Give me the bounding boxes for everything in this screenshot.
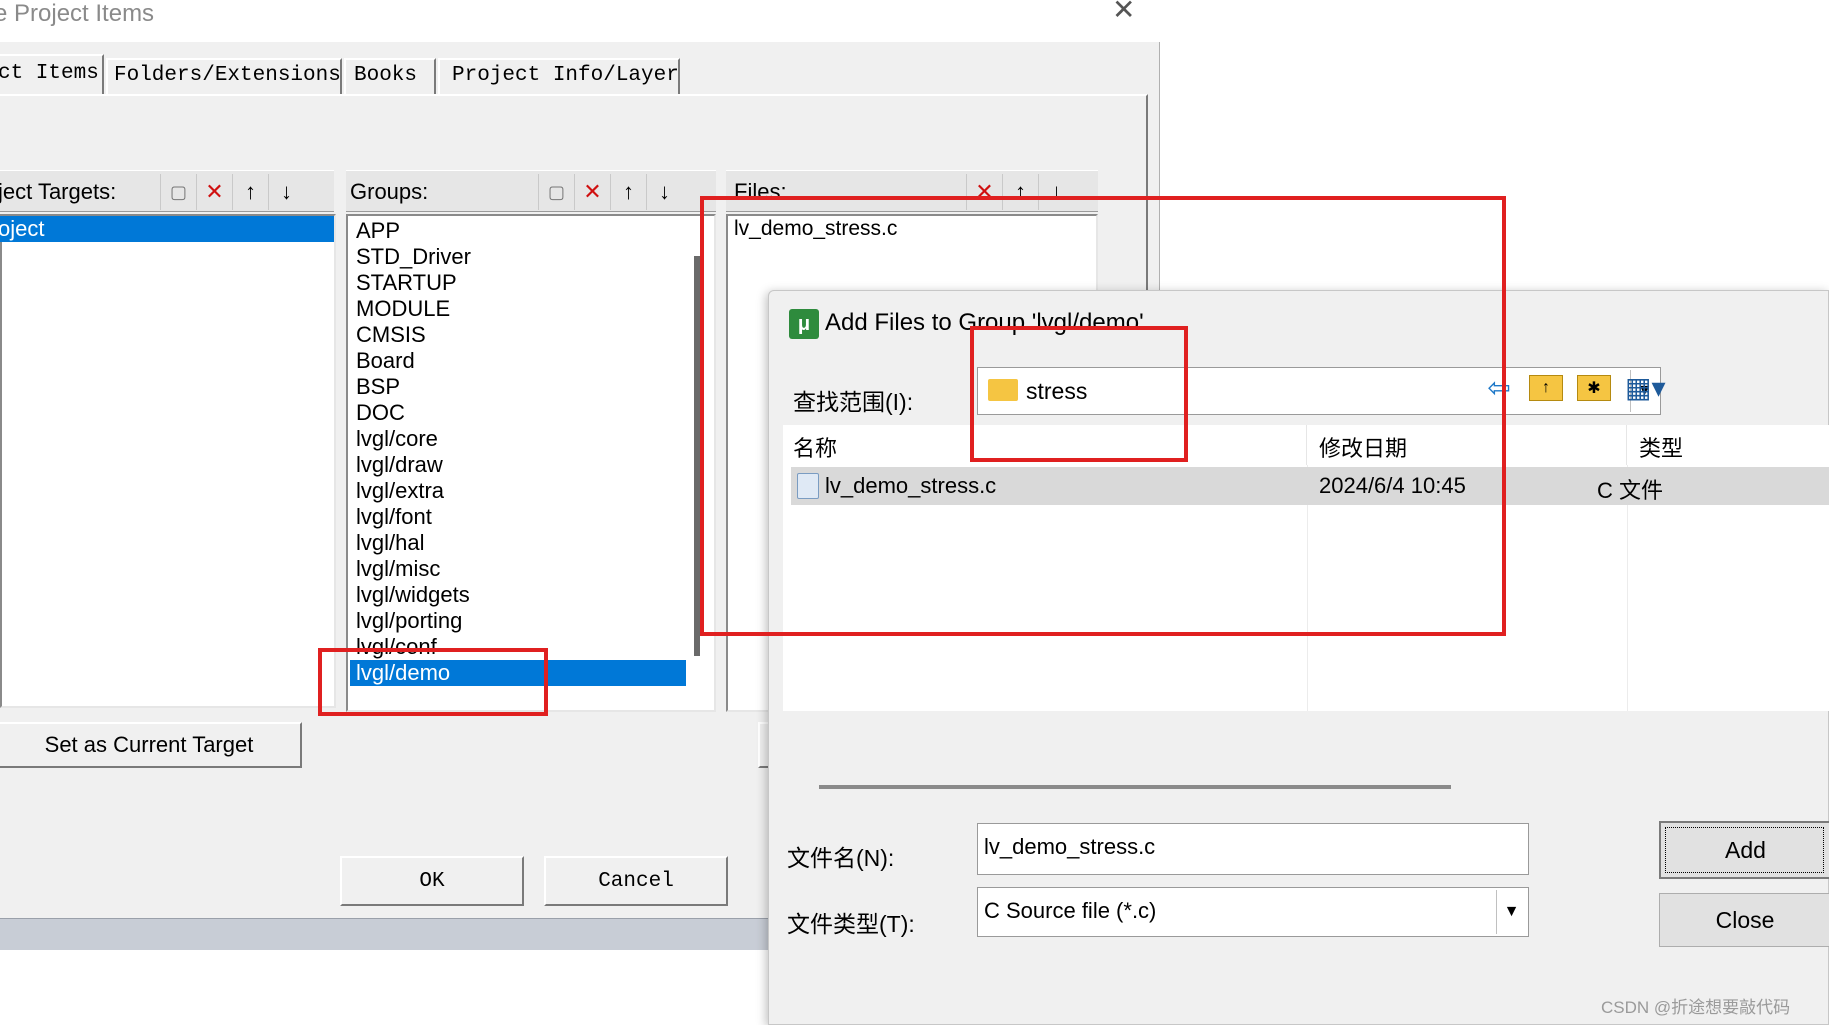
tab-books[interactable]: Books bbox=[344, 58, 436, 94]
up-folder-icon[interactable]: ↑ bbox=[1529, 374, 1563, 401]
list-item[interactable]: CMSIS bbox=[350, 322, 686, 348]
list-item[interactable]: Board bbox=[350, 348, 686, 374]
groups-header: Groups: ▢ ✕ ↑ ↓ bbox=[346, 170, 716, 212]
title-bar: e Project Items ✕ bbox=[0, 0, 1160, 42]
delete-group-icon[interactable]: ✕ bbox=[574, 174, 610, 210]
column-header-type[interactable]: 类型 bbox=[1627, 425, 1829, 465]
tab-label: Books bbox=[354, 64, 418, 87]
add-button[interactable]: Add bbox=[1659, 821, 1829, 879]
list-item[interactable]: lvgl/hal bbox=[350, 530, 686, 556]
ok-button[interactable]: OK bbox=[340, 856, 524, 906]
close-icon[interactable]: ✕ bbox=[1112, 0, 1135, 26]
list-item[interactable]: lvgl/core bbox=[350, 426, 686, 452]
filetype-value: C Source file (*.c) bbox=[984, 898, 1157, 923]
tab-label: ct Items bbox=[0, 62, 99, 85]
list-item[interactable]: BSP bbox=[350, 374, 686, 400]
button-label: Add bbox=[1725, 836, 1766, 863]
targets-label: ject Targets: bbox=[0, 179, 117, 204]
button-label: Cancel bbox=[598, 869, 674, 893]
filetype-select[interactable]: C Source file (*.c) ▼ bbox=[977, 887, 1529, 937]
list-item[interactable]: lvgl/font bbox=[350, 504, 686, 530]
dialog-title: e Project Items bbox=[0, 0, 155, 27]
button-label: Close bbox=[1715, 906, 1775, 933]
filename-value: lv_demo_stress.c bbox=[984, 834, 1156, 859]
delete-target-icon[interactable]: ✕ bbox=[196, 174, 232, 210]
groups-list[interactable]: APP STD_Driver STARTUP MODULE CMSIS Board BSP D… bbox=[346, 214, 716, 712]
list-item[interactable]: lvgl/porting bbox=[350, 608, 686, 634]
list-item[interactable]: STD_Driver bbox=[350, 244, 686, 270]
filename-input[interactable]: lv_demo_stress.c bbox=[977, 823, 1529, 875]
cancel-button[interactable]: Cancel bbox=[544, 856, 728, 906]
list-item[interactable]: lvgl/draw bbox=[350, 452, 686, 478]
tab-project-info-layer[interactable]: Project Info/Layer bbox=[438, 58, 680, 94]
filename-label: 文件名(N): bbox=[787, 845, 895, 871]
move-up-icon[interactable]: ↑ bbox=[610, 174, 646, 210]
list-item[interactable]: MODULE bbox=[350, 296, 686, 322]
annotation-box-folder bbox=[970, 326, 1188, 462]
new-group-icon[interactable]: ▢ bbox=[538, 174, 574, 210]
list-item[interactable]: lvgl/widgets bbox=[350, 582, 686, 608]
list-item[interactable]: APP bbox=[350, 218, 686, 244]
targets-header: ject Targets: ▢ ✕ ↑ ↓ bbox=[0, 170, 334, 212]
row-type: C 文件 bbox=[1597, 478, 1664, 503]
list-item[interactable]: STARTUP bbox=[350, 270, 686, 296]
annotation-box-group bbox=[318, 648, 548, 716]
chevron-down-icon[interactable]: ▼ bbox=[1496, 890, 1526, 934]
button-label: OK bbox=[419, 869, 445, 893]
close-button[interactable]: Close bbox=[1659, 893, 1829, 947]
new-folder-icon[interactable]: ✱ bbox=[1577, 374, 1611, 401]
tab-folders-extensions[interactable]: Folders/Extensions bbox=[106, 58, 342, 94]
button-label: Set as Current Target bbox=[44, 732, 254, 757]
column-label: 类型 bbox=[1639, 436, 1684, 461]
tab-label: Folders/Extensions bbox=[114, 64, 341, 87]
tab-project-items[interactable]: ct Items bbox=[0, 54, 104, 96]
filetype-label: 文件类型(T): bbox=[787, 911, 915, 937]
list-item[interactable]: lvgl/misc bbox=[350, 556, 686, 582]
move-up-icon[interactable]: ↑ bbox=[232, 174, 268, 210]
move-down-icon[interactable]: ↓ bbox=[268, 174, 304, 210]
list-item[interactable]: oject bbox=[0, 216, 334, 242]
watermark: CSDN @折途想要敲代码 bbox=[1601, 998, 1791, 1017]
move-down-icon[interactable]: ↓ bbox=[646, 174, 682, 210]
list-item[interactable]: DOC bbox=[350, 400, 686, 426]
set-as-current-target-button[interactable]: Set as Current Target bbox=[0, 722, 302, 768]
tab-label: Project Info/Layer bbox=[452, 64, 679, 87]
targets-list[interactable]: oject bbox=[0, 214, 336, 708]
new-target-icon[interactable]: ▢ bbox=[160, 174, 196, 210]
view-menu-icon[interactable]: ▦▾ bbox=[1625, 371, 1666, 404]
list-item[interactable]: lvgl/extra bbox=[350, 478, 686, 504]
groups-label: Groups: bbox=[350, 179, 429, 204]
horizontal-scrollbar[interactable] bbox=[819, 785, 1451, 789]
